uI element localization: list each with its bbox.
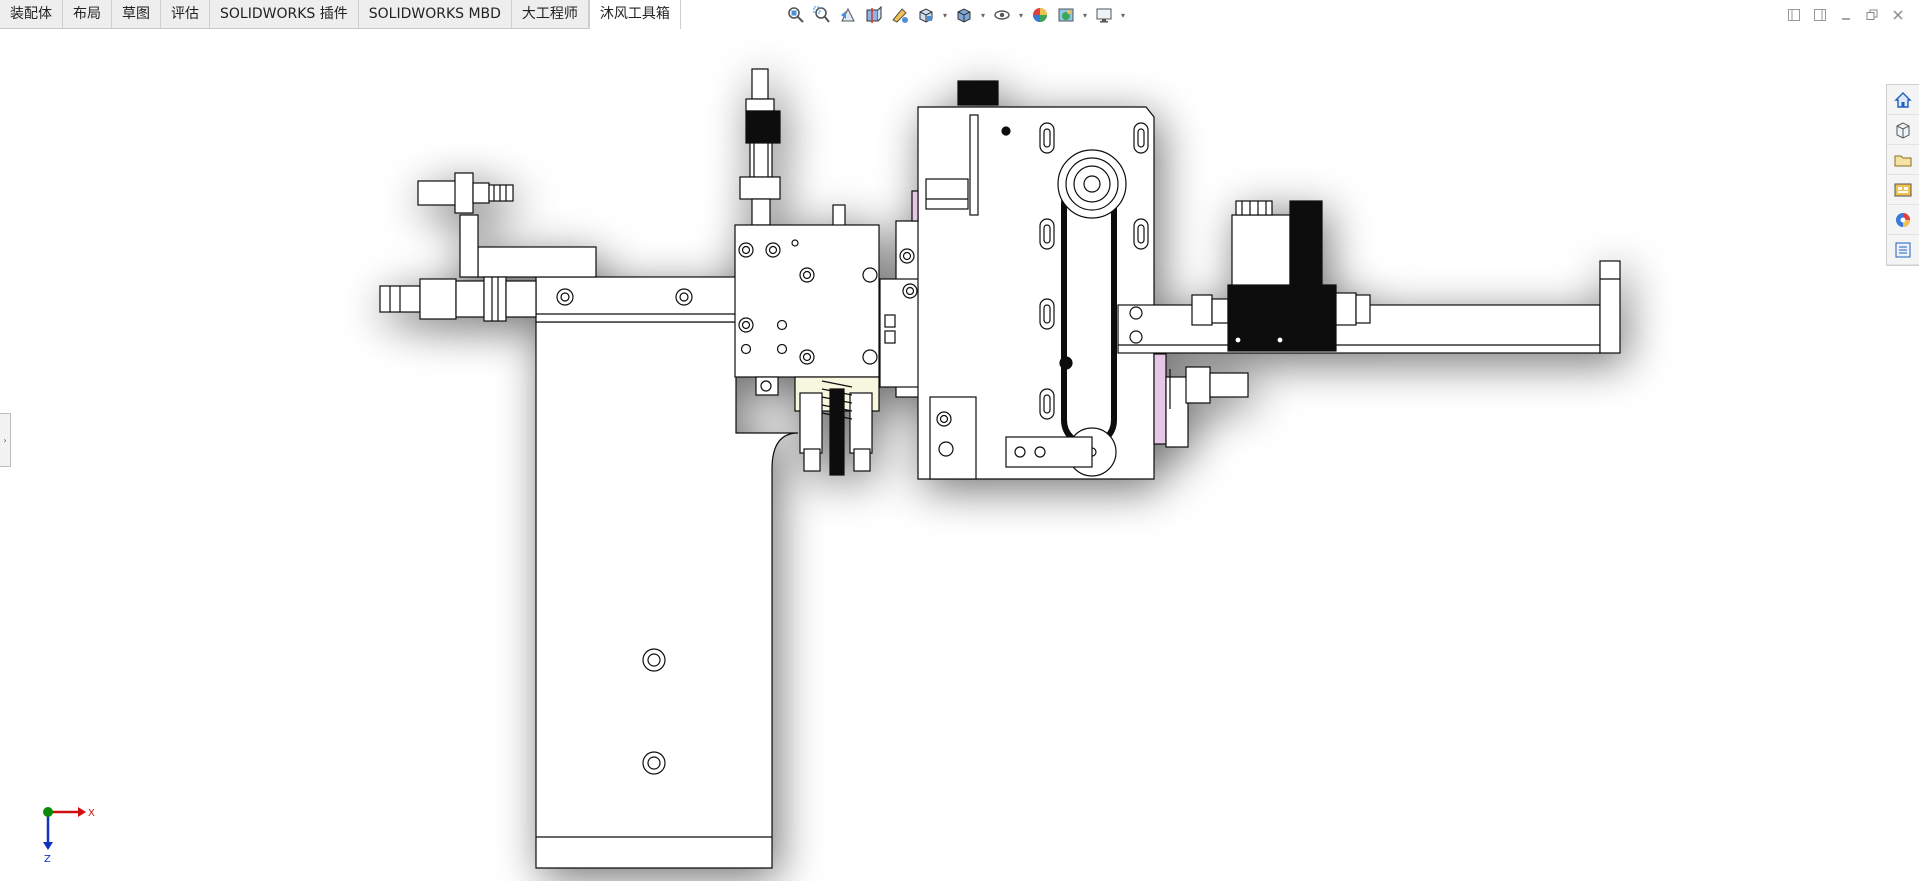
command-manager-tabs: 装配体 布局 草图 评估 SOLIDWORKS 插件 SOLIDWORKS MB… (0, 0, 681, 29)
tab-big-engineer[interactable]: 大工程师 (512, 0, 589, 28)
heads-up-view-toolbar: ▾ ▾ ▾ ▾ ▾ (784, 3, 1128, 27)
tile-left-icon[interactable] (1783, 6, 1805, 24)
task-pane (1886, 84, 1919, 266)
display-style-dropdown[interactable]: ▾ (978, 3, 988, 27)
document-window-controls (1783, 6, 1909, 24)
feature-manager-expander[interactable]: › (0, 413, 11, 467)
z-axis-label: Z (44, 854, 51, 865)
dynamic-annotation-icon[interactable] (888, 3, 912, 27)
zoom-to-area-icon[interactable] (810, 3, 834, 27)
zoom-to-fit-icon[interactable] (784, 3, 808, 27)
close-icon[interactable] (1887, 6, 1909, 24)
custom-properties-icon[interactable] (1887, 235, 1919, 265)
edit-appearance-icon[interactable] (1028, 3, 1052, 27)
reference-triad: X Z (43, 807, 95, 865)
tile-right-icon[interactable] (1809, 6, 1831, 24)
view-orientation-dropdown[interactable]: ▾ (940, 3, 950, 27)
display-style-icon[interactable] (952, 3, 976, 27)
tab-assembly[interactable]: 装配体 (0, 0, 63, 28)
hide-show-dropdown[interactable]: ▾ (1016, 3, 1026, 27)
solidworks-resources-icon[interactable] (1887, 85, 1919, 115)
apply-scene-icon[interactable] (1054, 3, 1078, 27)
restore-icon[interactable] (1861, 6, 1883, 24)
tab-solidworks-mbd[interactable]: SOLIDWORKS MBD (359, 0, 512, 28)
file-explorer-icon[interactable] (1887, 145, 1919, 175)
view-settings-dropdown[interactable]: ▾ (1118, 3, 1128, 27)
tab-sketch[interactable]: 草图 (112, 0, 161, 28)
tab-mufeng-toolbox[interactable]: 沐风工具箱 (588, 0, 681, 29)
graphics-area[interactable] (0, 29, 1919, 881)
view-settings-icon[interactable] (1092, 3, 1116, 27)
view-orientation-icon[interactable] (914, 3, 938, 27)
x-axis-label: X (88, 808, 95, 819)
design-library-icon[interactable] (1887, 115, 1919, 145)
tab-solidworks-addins[interactable]: SOLIDWORKS 插件 (210, 0, 359, 28)
view-palette-icon[interactable] (1887, 175, 1919, 205)
minimize-icon[interactable] (1835, 6, 1857, 24)
hide-show-items-icon[interactable] (990, 3, 1014, 27)
tab-evaluate[interactable]: 评估 (161, 0, 210, 28)
appearances-scenes-icon[interactable] (1887, 205, 1919, 235)
previous-view-icon[interactable] (836, 3, 860, 27)
y-axis-dot (43, 807, 53, 817)
apply-scene-dropdown[interactable]: ▾ (1080, 3, 1090, 27)
section-view-icon[interactable] (862, 3, 886, 27)
tab-layout[interactable]: 布局 (63, 0, 112, 28)
assembly-model (379, 68, 1621, 869)
